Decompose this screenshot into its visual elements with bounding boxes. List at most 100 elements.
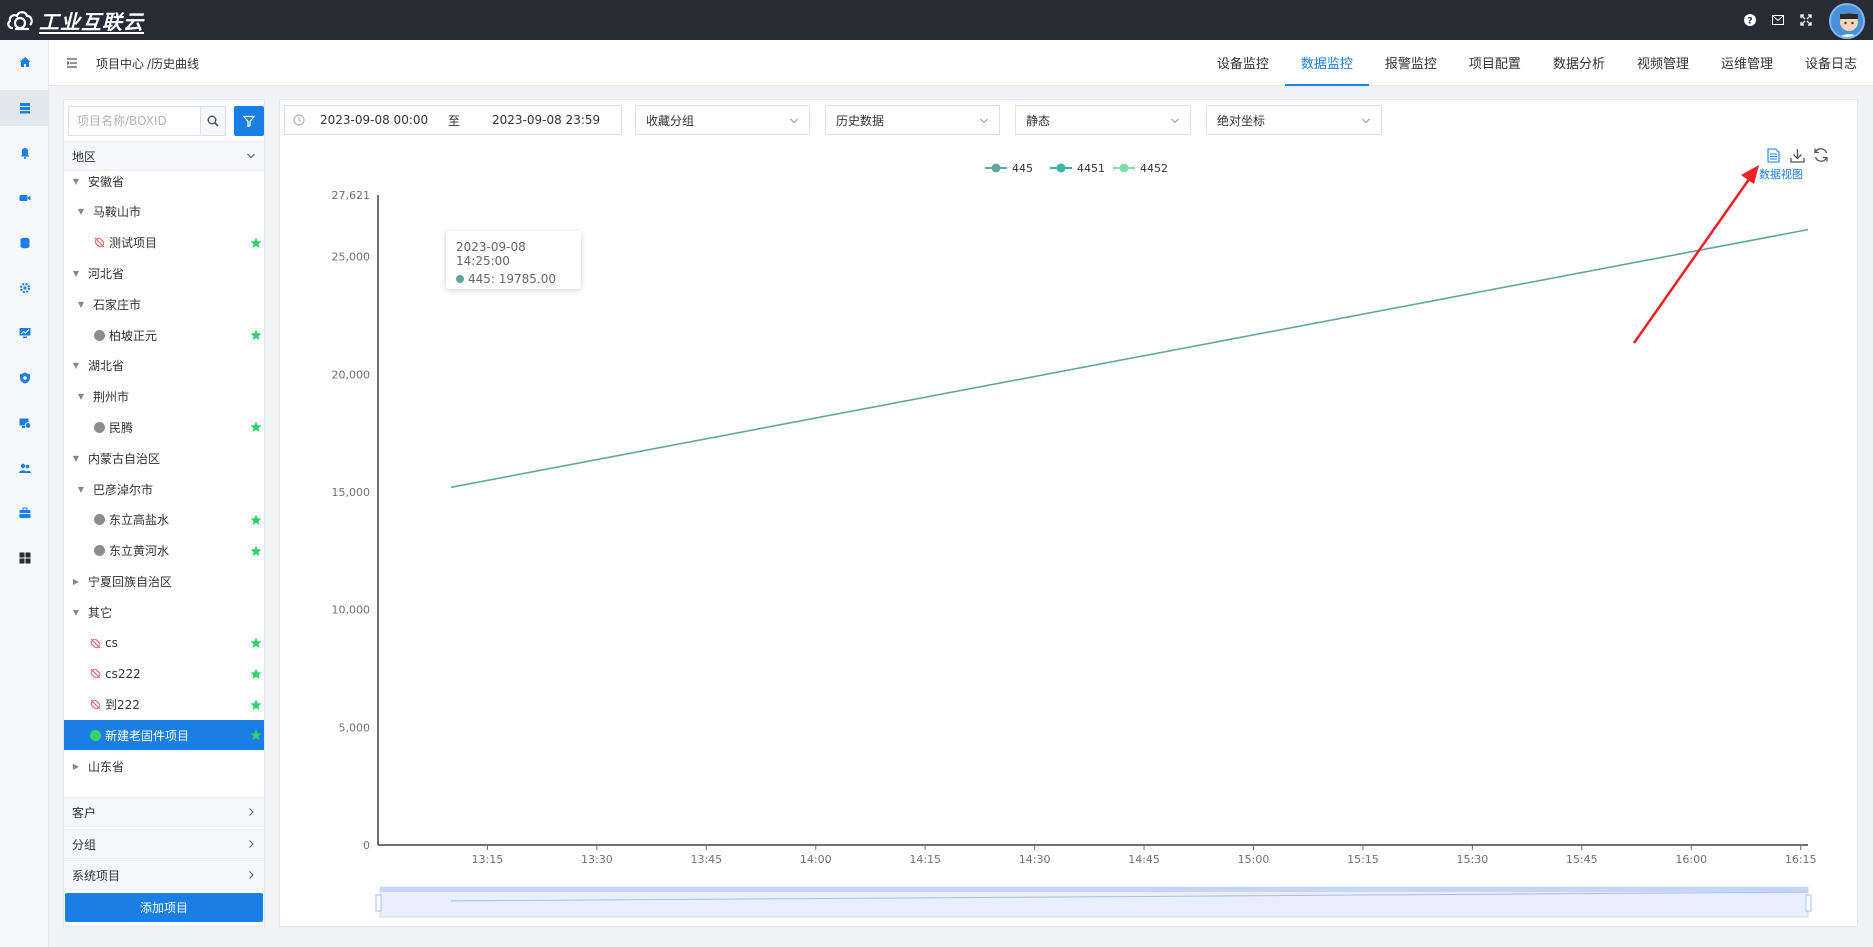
tree-item[interactable]: 东立高盐水 [64, 505, 264, 535]
caret-down-icon[interactable]: ▼ [72, 269, 80, 278]
tree-item[interactable]: ▼ 马鞍山市 [64, 197, 264, 227]
favorite-star-icon[interactable] [250, 237, 262, 249]
caret-down-icon[interactable]: ▼ [77, 300, 85, 309]
tab-device-log[interactable]: 设备日志 [1789, 40, 1873, 86]
tree-item[interactable]: 柏坡正元 [64, 320, 264, 350]
y-tick-label: 27,621 [332, 189, 371, 202]
tree-item[interactable]: ▼ 湖北省 [64, 351, 264, 381]
tab-ops-management[interactable]: 运维管理 [1705, 40, 1789, 86]
legend-label: 4452 [1140, 162, 1168, 175]
offline-status-dot [94, 421, 105, 433]
tree-item[interactable]: ▼ 河北省 [64, 258, 264, 288]
caret-down-icon[interactable]: ▼ [77, 392, 85, 401]
chevron-down-icon [247, 153, 255, 159]
favorite-star-icon[interactable] [250, 514, 262, 526]
users-icon[interactable] [0, 450, 49, 486]
favorite-star-icon[interactable] [250, 421, 262, 433]
tree-item-label: 宁夏回族自治区 [88, 574, 173, 589]
apps-grid-icon[interactable] [0, 540, 49, 576]
tree-item[interactable]: cs222 [64, 659, 264, 689]
tree-item[interactable]: ▼ 内蒙古自治区 [64, 443, 264, 473]
tree-item-label: 山东省 [88, 759, 125, 774]
favorite-star-icon[interactable] [250, 545, 262, 557]
tree-item[interactable]: 到222 [64, 690, 264, 720]
video-icon[interactable] [0, 180, 49, 216]
home-icon[interactable] [0, 44, 49, 80]
group-region-label: 地区 [72, 149, 97, 164]
tree-item-label: 东立黄河水 [109, 544, 170, 559]
favorite-star-icon[interactable] [250, 668, 262, 680]
caret-down-icon[interactable]: ▼ [72, 361, 80, 370]
legend-label: 4451 [1077, 162, 1105, 175]
app-logo[interactable]: 工业互联云 [5, 6, 144, 35]
caret-down-icon[interactable]: ▼ [77, 485, 85, 494]
tree-item[interactable]: ▼ 石家庄市 [64, 289, 264, 319]
briefcase-icon[interactable] [0, 495, 49, 531]
download-icon[interactable] [1789, 147, 1805, 163]
favorite-star-icon[interactable] [250, 637, 262, 649]
offline-status-dot [94, 329, 105, 341]
favorite-star-icon[interactable] [250, 729, 262, 741]
favorite-star-icon[interactable] [250, 699, 262, 711]
tree-item-label: 民腾 [109, 420, 134, 435]
chart-toolbox [1765, 147, 1829, 163]
tree-item[interactable]: ▶ 宁夏回族自治区 [64, 566, 264, 596]
bell-icon[interactable] [0, 135, 49, 171]
filter-button[interactable] [234, 106, 264, 136]
nav-rail [0, 40, 49, 947]
group-system[interactable]: 系统项目 [64, 860, 264, 890]
history-line-chart[interactable]: 0 5,000 10,000 15,000 20,000 25,000 27,621 13:1… [280, 100, 1857, 926]
group-group-label: 分组 [72, 837, 97, 852]
group-group[interactable]: 分组 [64, 829, 264, 859]
project-search-input[interactable] [68, 106, 200, 136]
offline-link-icon [94, 237, 105, 248]
database-icon[interactable] [0, 225, 49, 261]
tree-item[interactable]: ▶ 山东省 [64, 751, 264, 781]
search-button[interactable] [200, 106, 226, 136]
group-customer[interactable]: 客户 [64, 797, 264, 827]
zoom-handle-left [375, 894, 382, 912]
user-avatar[interactable] [1829, 3, 1865, 39]
tree-item[interactable]: 新建老固件项目 [64, 720, 264, 751]
help-icon[interactable]: ? [1743, 13, 1757, 27]
favorite-star-icon[interactable] [250, 329, 262, 341]
mail-icon[interactable] [1771, 13, 1785, 27]
cloud-logo-icon [7, 11, 33, 31]
tree-item[interactable]: ▼ 荆州市 [64, 382, 264, 412]
settings-gear-icon[interactable] [0, 270, 49, 306]
caret-down-icon[interactable]: ▼ [72, 177, 80, 186]
fullscreen-icon[interactable] [1799, 13, 1813, 27]
tab-alarm-monitor[interactable]: 报警监控 [1369, 40, 1453, 86]
breadcrumb: 项目中心/历史曲线 [96, 55, 202, 72]
tab-data-analysis[interactable]: 数据分析 [1537, 40, 1621, 86]
tree-item-label: cs [105, 636, 118, 650]
monitor-chart-icon[interactable] [0, 315, 49, 351]
tree-item[interactable]: 民腾 [64, 412, 264, 442]
caret-down-icon[interactable]: ▼ [72, 454, 80, 463]
tree-item[interactable]: ▼ 安徽省 [64, 166, 264, 196]
offline-link-icon [90, 699, 101, 710]
chevron-right-icon [249, 808, 254, 816]
x-tick-label: 14:30 [1019, 853, 1051, 866]
caret-down-icon[interactable]: ▼ [77, 207, 85, 216]
device-settings-icon[interactable] [0, 405, 49, 441]
caret-right-icon[interactable]: ▶ [72, 762, 80, 771]
caret-right-icon[interactable]: ▶ [72, 577, 80, 586]
add-project-button[interactable]: 添加项目 [65, 893, 263, 922]
tab-video-management[interactable]: 视频管理 [1621, 40, 1705, 86]
tab-data-monitor[interactable]: 数据监控 [1284, 40, 1369, 86]
tree-item[interactable]: ▼ 其它 [64, 597, 264, 627]
data-view-icon[interactable] [1765, 147, 1781, 163]
breadcrumb-item[interactable]: 项目中心 [96, 57, 144, 71]
tree-item[interactable]: ▼ 巴彦淖尔市 [64, 474, 264, 504]
refresh-icon[interactable] [1813, 147, 1829, 163]
menu-toggle-icon[interactable] [66, 57, 78, 69]
tree-item[interactable]: 东立黄河水 [64, 536, 264, 566]
caret-down-icon[interactable]: ▼ [72, 608, 80, 617]
tree-item[interactable]: cs [64, 628, 264, 658]
tree-item[interactable]: 测试项目 [64, 228, 264, 258]
shield-icon[interactable] [0, 360, 49, 396]
project-center-icon[interactable] [0, 90, 49, 126]
tab-project-config[interactable]: 项目配置 [1453, 40, 1537, 86]
tab-device-monitor[interactable]: 设备监控 [1201, 40, 1285, 86]
